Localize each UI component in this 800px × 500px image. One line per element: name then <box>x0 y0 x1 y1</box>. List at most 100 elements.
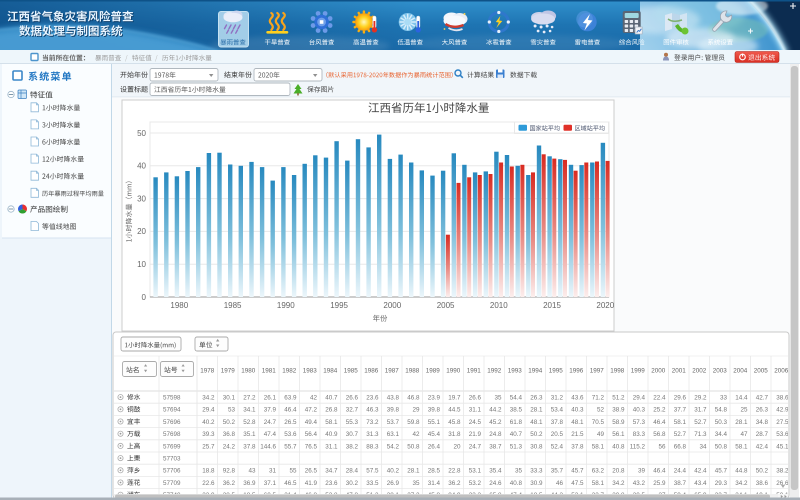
svg-text:50.2: 50.2 <box>756 468 769 475</box>
svg-text:58.1: 58.1 <box>325 419 338 426</box>
svg-text:25.2: 25.2 <box>653 407 666 414</box>
svg-text:46.4: 46.4 <box>653 419 666 426</box>
svg-text:2000: 2000 <box>651 368 666 375</box>
svg-text:38.2: 38.2 <box>346 443 359 450</box>
svg-text:52.7: 52.7 <box>694 419 707 426</box>
svg-text:63.2: 63.2 <box>592 468 605 475</box>
svg-text:22.6: 22.6 <box>202 480 215 487</box>
svg-text:58.1: 58.1 <box>592 480 605 487</box>
svg-text:54.2: 54.2 <box>387 443 400 450</box>
svg-text:2004: 2004 <box>733 368 748 375</box>
svg-text:53.4: 53.4 <box>551 407 564 414</box>
svg-text:37.9: 37.9 <box>264 407 277 414</box>
svg-text:43.8: 43.8 <box>387 395 400 402</box>
svg-text:2010: 2010 <box>490 301 508 310</box>
svg-text:53.2: 53.2 <box>469 480 482 487</box>
svg-text:40.7: 40.7 <box>325 395 338 402</box>
svg-text:38.7: 38.7 <box>489 443 502 450</box>
svg-text:26.6: 26.6 <box>469 395 482 402</box>
svg-text:49.4: 49.4 <box>305 419 318 426</box>
svg-text:52.7: 52.7 <box>674 431 687 438</box>
svg-text:144.6: 144.6 <box>260 443 276 450</box>
svg-text:35: 35 <box>515 468 523 475</box>
svg-text:28.1: 28.1 <box>735 419 748 426</box>
svg-text:50.8: 50.8 <box>715 443 728 450</box>
svg-text:76.5: 76.5 <box>305 443 318 450</box>
svg-text:28.7: 28.7 <box>756 431 769 438</box>
svg-text:28.4: 28.4 <box>346 468 359 475</box>
svg-text:58.1: 58.1 <box>592 443 605 450</box>
svg-text:33: 33 <box>720 395 728 402</box>
svg-text:47.4: 47.4 <box>264 431 277 438</box>
svg-text:53.6: 53.6 <box>776 431 789 438</box>
svg-text:38.6: 38.6 <box>756 480 769 487</box>
svg-text:1993: 1993 <box>508 368 523 375</box>
svg-text:35: 35 <box>494 395 502 402</box>
svg-text:28.5: 28.5 <box>428 468 441 475</box>
svg-text:24.7: 24.7 <box>469 443 482 450</box>
svg-text:56: 56 <box>658 443 666 450</box>
svg-text:40.9: 40.9 <box>325 431 338 438</box>
svg-text:1989: 1989 <box>426 368 441 375</box>
svg-text:57694: 57694 <box>163 407 181 414</box>
svg-text:24.6: 24.6 <box>489 480 502 487</box>
svg-text:57706: 57706 <box>163 468 181 475</box>
svg-text:31.8: 31.8 <box>448 431 461 438</box>
svg-text:1997: 1997 <box>590 368 605 375</box>
svg-text:2001: 2001 <box>672 368 687 375</box>
svg-text:47.2: 47.2 <box>305 407 318 414</box>
svg-text:45.7: 45.7 <box>715 468 728 475</box>
svg-text:40.7: 40.7 <box>510 431 523 438</box>
svg-text:37.8: 37.8 <box>571 443 584 450</box>
svg-text:1985: 1985 <box>344 368 359 375</box>
svg-text:19.7: 19.7 <box>448 395 461 402</box>
svg-text:30: 30 <box>137 194 146 203</box>
svg-text:23.6: 23.6 <box>366 395 379 402</box>
svg-text:66.8: 66.8 <box>674 443 687 450</box>
svg-text:35.4: 35.4 <box>489 468 502 475</box>
svg-text:52.4: 52.4 <box>551 443 564 450</box>
svg-text:25.9: 25.9 <box>653 480 666 487</box>
svg-text:43.4: 43.4 <box>694 480 707 487</box>
svg-text:34.2: 34.2 <box>202 395 215 402</box>
svg-text:24.4: 24.4 <box>674 468 687 475</box>
svg-text:42: 42 <box>310 395 318 402</box>
svg-text:35.1: 35.1 <box>243 431 256 438</box>
svg-text:57.3: 57.3 <box>633 419 646 426</box>
svg-text:30.2: 30.2 <box>346 480 359 487</box>
svg-text:26.3: 26.3 <box>530 395 543 402</box>
svg-text:39.8: 39.8 <box>428 407 441 414</box>
svg-text:56.4: 56.4 <box>305 431 318 438</box>
svg-text:1995: 1995 <box>330 301 348 310</box>
svg-text:1996: 1996 <box>569 368 584 375</box>
svg-text:57698: 57698 <box>163 431 181 438</box>
svg-text:23.6: 23.6 <box>325 480 338 487</box>
svg-text:2000: 2000 <box>383 301 401 310</box>
svg-text:34.7: 34.7 <box>325 468 338 475</box>
svg-text:27.5: 27.5 <box>776 419 789 426</box>
svg-text:55.3: 55.3 <box>346 419 359 426</box>
svg-text:71.2: 71.2 <box>592 395 605 402</box>
svg-text:57696: 57696 <box>163 419 181 426</box>
svg-text:53.1: 53.1 <box>469 468 482 475</box>
svg-text:23.9: 23.9 <box>428 395 441 402</box>
svg-text:47.5: 47.5 <box>571 480 584 487</box>
svg-text:50.2: 50.2 <box>223 419 236 426</box>
svg-text:26.1: 26.1 <box>264 395 277 402</box>
svg-text:1998: 1998 <box>610 368 625 375</box>
svg-text:44.2: 44.2 <box>489 407 502 414</box>
svg-text:31.7: 31.7 <box>694 407 707 414</box>
svg-text:1980: 1980 <box>241 368 256 375</box>
svg-text:1990: 1990 <box>277 301 295 310</box>
svg-text:1981: 1981 <box>262 368 277 375</box>
svg-text:38.5: 38.5 <box>510 407 523 414</box>
svg-text:26.8: 26.8 <box>325 407 338 414</box>
svg-text:36.2: 36.2 <box>448 480 461 487</box>
svg-text:53.7: 53.7 <box>387 419 400 426</box>
svg-text:35.7: 35.7 <box>551 468 564 475</box>
svg-text:58.9: 58.9 <box>612 419 625 426</box>
svg-text:29: 29 <box>412 407 420 414</box>
svg-text:1982: 1982 <box>282 368 297 375</box>
svg-text:46.8: 46.8 <box>407 395 420 402</box>
svg-text:42.7: 42.7 <box>756 395 769 402</box>
